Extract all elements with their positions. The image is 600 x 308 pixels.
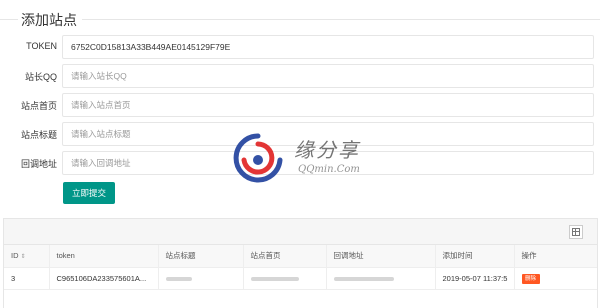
qq-label: 站长QQ — [24, 72, 57, 82]
table-toolbar — [4, 219, 597, 245]
filter-columns-button[interactable] — [569, 225, 583, 239]
legend-divider-right — [82, 19, 600, 20]
delete-button[interactable]: 删除 — [521, 273, 540, 284]
cell-added-time: 2019-05-07 11:37:5 — [435, 267, 515, 290]
cell-callback — [326, 267, 436, 290]
column-header-callback: 回调地址 — [326, 245, 436, 268]
qq-input[interactable] — [62, 64, 594, 88]
cell-site-title — [158, 267, 244, 290]
legend-divider-left — [0, 19, 18, 20]
section-title: 添加站点 — [21, 12, 77, 28]
column-header-actions: 操作 — [514, 245, 597, 268]
homepage-input[interactable] — [62, 93, 594, 117]
column-header-added-time: 添加时间 — [435, 245, 515, 268]
watermark: 缘分享 QQmin.Com — [228, 130, 378, 190]
watermark-logo-icon — [233, 133, 283, 183]
cell-homepage — [243, 267, 327, 290]
table-row[interactable]: 3 C965106DA233575601A... 2019-05-07 11:3… — [4, 267, 597, 290]
site-title-label: 站点标题 — [20, 130, 57, 140]
column-header-id[interactable]: ID ⇕ — [4, 245, 50, 268]
token-label: TOKEN — [26, 41, 57, 51]
homepage-row: 站点首页 — [0, 93, 600, 119]
sort-icon[interactable]: ⇕ — [21, 254, 26, 260]
column-header-id-label: ID — [11, 251, 19, 261]
site-table: ID ⇕ token 站点标题 站点首页 回调地址 添加时间 操作 3 C9651… — [3, 218, 598, 308]
callback-label: 回调地址 — [20, 159, 57, 169]
cell-id: 3 — [4, 267, 50, 290]
data-table: ID ⇕ token 站点标题 站点首页 回调地址 添加时间 操作 3 C9651… — [4, 245, 597, 290]
column-header-site-title: 站点标题 — [158, 245, 244, 268]
redacted-text — [250, 276, 299, 281]
section-legend: 添加站点 — [0, 0, 600, 38]
qq-row: 站长QQ — [0, 64, 600, 90]
token-row: TOKEN — [0, 35, 600, 61]
redacted-text — [165, 276, 192, 281]
watermark-subtext: QQmin.Com — [298, 164, 360, 175]
token-input[interactable] — [62, 35, 594, 59]
cell-token: C965106DA233575601A... — [49, 267, 159, 290]
column-header-token: token — [49, 245, 159, 268]
filter-columns-icon — [572, 228, 580, 236]
redacted-text — [333, 276, 394, 281]
homepage-label: 站点首页 — [20, 101, 57, 111]
submit-button[interactable]: 立即提交 — [63, 182, 115, 204]
table-header-row: ID ⇕ token 站点标题 站点首页 回调地址 添加时间 操作 — [4, 245, 597, 268]
watermark-text: 缘分享 — [294, 138, 360, 162]
column-header-homepage: 站点首页 — [243, 245, 327, 268]
cell-actions: 删除 — [514, 267, 597, 290]
